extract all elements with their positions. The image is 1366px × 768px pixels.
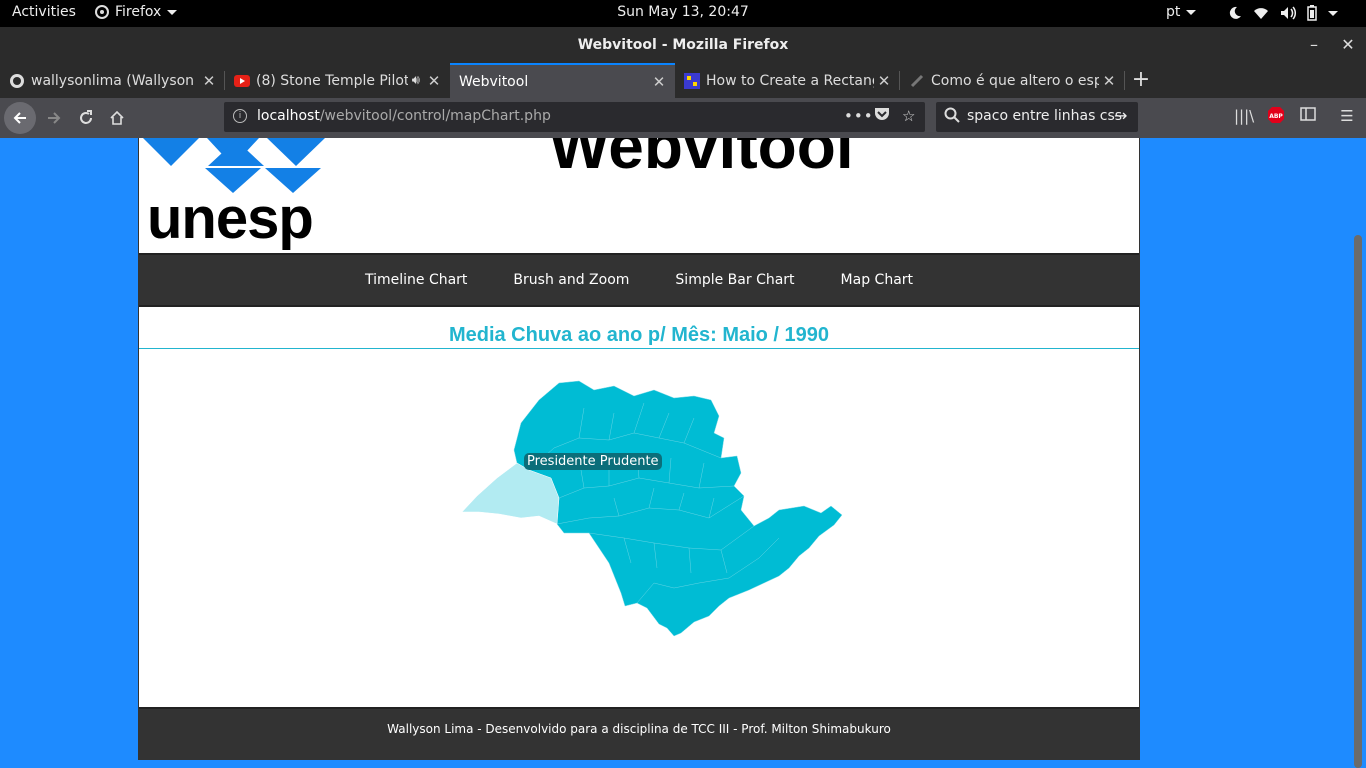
title-divider	[139, 348, 1139, 349]
site-icon	[684, 72, 700, 89]
back-button[interactable]	[4, 102, 36, 134]
close-tab-icon[interactable]: ✕	[1099, 72, 1119, 90]
forward-button[interactable]	[38, 102, 70, 134]
activities-button[interactable]: Activities	[12, 4, 76, 20]
tab-github[interactable]: wallysonlima (Wallyson Lima) ✕	[0, 63, 225, 98]
night-light-icon	[1229, 6, 1241, 19]
language-label: pt	[1166, 4, 1181, 20]
adblock-icon[interactable]: ABP	[1266, 106, 1286, 126]
tab-label: How to Create a Rectangle	[706, 72, 874, 89]
tab-label: Como é que altero o espaço	[931, 72, 1099, 89]
tab-como[interactable]: Como é que altero o espaço ✕	[900, 63, 1125, 98]
pocket-icon[interactable]	[874, 107, 890, 125]
search-bar[interactable]: spaco entre linhas css →	[936, 102, 1138, 132]
library-icon[interactable]: |||\	[1234, 106, 1254, 126]
reload-button[interactable]	[70, 102, 102, 134]
site-header: unesp Webvitool	[139, 138, 1139, 253]
navigation-toolbar: i localhost/webvitool/control/mapChart.p…	[0, 98, 1366, 138]
url-host: localhost	[257, 108, 320, 124]
close-tab-icon[interactable]: ✕	[649, 73, 669, 91]
battery-icon	[1307, 5, 1317, 21]
menu-item-brush-and-zoom[interactable]: Brush and Zoom	[513, 272, 629, 288]
youtube-icon	[234, 73, 250, 89]
info-icon[interactable]: i	[233, 109, 247, 123]
tab-strip: wallysonlima (Wallyson Lima) ✕ (8) Stone…	[0, 63, 1366, 98]
sao-paulo-state-map[interactable]	[459, 378, 849, 638]
close-tab-icon[interactable]: ✕	[199, 72, 219, 90]
arrow-left-icon	[13, 112, 26, 124]
url-path: /webvitool/control/mapChart.php	[319, 108, 551, 124]
tab-rectangle[interactable]: How to Create a Rectangle ✕	[675, 63, 900, 98]
volume-icon	[1281, 6, 1296, 20]
close-tab-icon[interactable]: ✕	[424, 72, 444, 90]
bookmark-star-icon[interactable]: ☆	[902, 107, 915, 125]
tab-separator	[1124, 71, 1125, 90]
url-bar[interactable]: i localhost/webvitool/control/mapChart.p…	[224, 102, 925, 132]
tab-webvitool[interactable]: Webvitool ✕	[450, 63, 675, 98]
menu-item-timeline-chart[interactable]: Timeline Chart	[365, 272, 467, 288]
minimize-button[interactable]: –	[1300, 27, 1328, 63]
menu-item-simple-bar-chart[interactable]: Simple Bar Chart	[675, 272, 794, 288]
search-icon	[944, 107, 960, 127]
app-menu-label: Firefox	[115, 4, 162, 20]
map-tooltip: Presidente Prudente	[524, 453, 662, 470]
page-container: unesp Webvitool Timeline Chart Brush and…	[138, 138, 1140, 760]
svg-text:ABP: ABP	[1269, 113, 1283, 120]
map-region-main[interactable]	[513, 380, 843, 637]
page-scrollbar[interactable]	[1354, 235, 1362, 768]
clock[interactable]: Sun May 13, 20:47	[617, 4, 749, 20]
wifi-icon	[1254, 8, 1268, 19]
arrow-right-icon	[48, 112, 61, 124]
home-icon	[110, 110, 124, 125]
language-indicator[interactable]: pt	[1166, 4, 1197, 20]
close-window-button[interactable]: ✕	[1334, 27, 1362, 63]
page-viewport: unesp Webvitool Timeline Chart Brush and…	[0, 138, 1366, 768]
tab-label: wallysonlima (Wallyson Lima)	[31, 72, 199, 89]
home-button[interactable]	[101, 102, 133, 134]
hamburger-menu-icon[interactable]: ☰	[1337, 106, 1357, 126]
window-title: Webvitool - Mozilla Firefox	[577, 37, 789, 53]
page-actions-icon[interactable]: •••	[844, 107, 874, 125]
unesp-logo-text: unesp	[147, 186, 314, 251]
chevron-down-icon	[1328, 10, 1338, 16]
speaker-icon[interactable]: 🔊︎	[412, 73, 420, 88]
site-icon	[909, 73, 925, 89]
app-menu[interactable]: Firefox	[95, 4, 178, 20]
window-title-bar: Webvitool - Mozilla Firefox – ✕	[0, 27, 1366, 63]
reload-icon	[80, 110, 92, 124]
site-footer: Wallyson Lima - Desenvolvido para a disc…	[139, 707, 1139, 760]
menu-item-map-chart[interactable]: Map Chart	[841, 272, 913, 288]
site-title: Webvitool	[549, 138, 854, 182]
tab-youtube[interactable]: (8) Stone Temple Pilots 🔊︎ ✕	[225, 63, 450, 98]
github-icon	[9, 73, 25, 89]
tab-label: (8) Stone Temple Pilots	[256, 72, 408, 89]
sidebar-toggle-icon[interactable]	[1298, 106, 1318, 126]
firefox-icon	[95, 5, 109, 19]
system-top-bar: Activities Firefox Sun May 13, 20:47 pt	[0, 0, 1366, 27]
system-tray[interactable]	[1228, 5, 1338, 21]
chart-title: Media Chuva ao ano p/ Mês: Maio / 1990	[448, 324, 830, 346]
chevron-down-icon	[1186, 9, 1197, 15]
main-menu: Timeline Chart Brush and Zoom Simple Bar…	[139, 253, 1139, 307]
url-text[interactable]: localhost/webvitool/control/mapChart.php	[257, 108, 551, 124]
chevron-down-icon	[167, 9, 178, 15]
close-tab-icon[interactable]: ✕	[874, 72, 894, 90]
new-tab-button[interactable]: +	[1129, 63, 1153, 98]
search-input[interactable]: spaco entre linhas css	[967, 108, 1122, 124]
tab-label: Webvitool	[459, 73, 529, 90]
search-go-icon[interactable]: →	[1114, 106, 1127, 125]
